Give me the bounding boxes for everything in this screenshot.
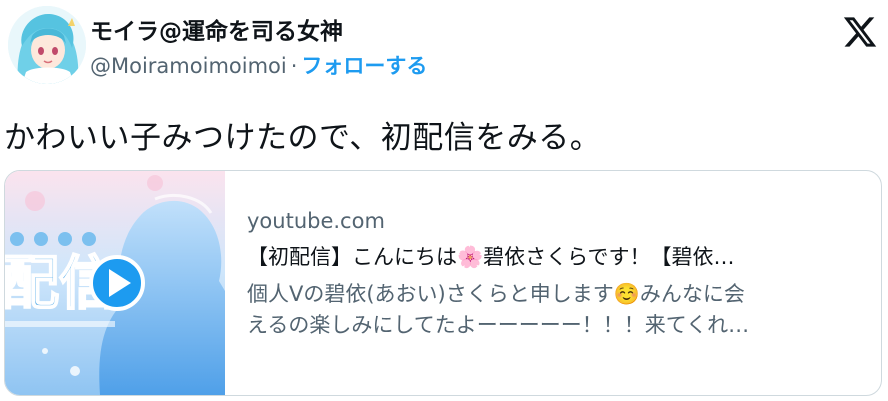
tweet-header: モイラ@運命を司る女神 @Moiramoimoimoi · フォローする [0, 0, 888, 92]
avatar[interactable] [8, 6, 86, 84]
card-description-line: えるの楽しみにしてたよーーーーー！！！来てくれ… [247, 313, 750, 337]
author-display-name[interactable]: モイラ@運命を司る女神 [90, 12, 343, 46]
link-preview-card[interactable]: 配信 youtube.com 【初配信】こんにちは🌸碧依さくらです！【碧依… 個… [4, 170, 882, 396]
separator-dot: · [290, 54, 298, 78]
card-description-line: 個人Vの碧依(あおい)さくらと申します☺️みんなに会 [247, 282, 745, 306]
card-title: 【初配信】こんにちは🌸碧依さくらです！【碧依… [247, 245, 735, 269]
play-icon [89, 255, 145, 311]
card-description: 個人Vの碧依(あおい)さくらと申します☺️みんなに会 えるの楽しみにしてたよーー… [247, 279, 859, 341]
card-body: youtube.com 【初配信】こんにちは🌸碧依さくらです！【碧依… 個人Vの… [247, 209, 867, 341]
video-thumbnail[interactable]: 配信 [5, 171, 225, 395]
x-logo-icon[interactable] [842, 14, 878, 50]
author-handle-row: @Moiramoimoimoi · フォローする [90, 50, 427, 80]
tweet-text: かわいい子みつけたので、初配信をみる。 [4, 120, 602, 156]
author-handle[interactable]: @Moiramoimoimoi [90, 54, 287, 78]
follow-button[interactable]: フォローする [301, 54, 427, 78]
avatar-image [8, 6, 86, 84]
card-domain: youtube.com [247, 209, 385, 233]
